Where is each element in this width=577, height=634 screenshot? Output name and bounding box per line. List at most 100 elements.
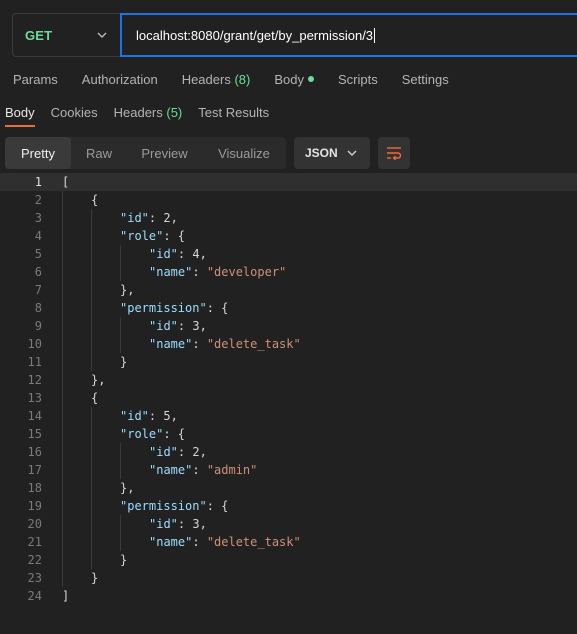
- code-text: "permission": {: [120, 497, 228, 515]
- tab-label: Cookies: [50, 105, 98, 120]
- indent-guide: [62, 533, 63, 551]
- json-punctuation: },: [120, 283, 135, 297]
- method-select[interactable]: GET: [12, 13, 120, 57]
- tab-headers[interactable]: Headers (8): [182, 72, 251, 87]
- line-number: 12: [27, 373, 42, 387]
- line-number: 14: [27, 409, 42, 423]
- indent-guide: [62, 209, 63, 227]
- code-line: 15 "role": {: [0, 425, 577, 443]
- tab-authorization[interactable]: Authorization: [82, 72, 158, 87]
- line-number: 17: [27, 463, 42, 477]
- json-punctuation: : {: [163, 427, 186, 441]
- json-punctuation: {: [91, 391, 99, 405]
- json-key: "id": [149, 517, 178, 531]
- code-text: "id": 5,: [120, 407, 178, 425]
- tab-settings[interactable]: Settings: [402, 72, 449, 87]
- indent-guide: [91, 245, 92, 263]
- text-cursor: [374, 27, 376, 43]
- method-label: GET: [25, 27, 53, 43]
- tab-scripts[interactable]: Scripts: [338, 72, 378, 87]
- json-punctuation: :: [192, 265, 207, 279]
- indent-guide: [91, 299, 92, 317]
- tab-label: Authorization: [81, 72, 158, 87]
- indent-guide: [62, 515, 63, 533]
- code-line: 6 "name": "developer": [0, 263, 577, 281]
- code-line: 8 "permission": {: [0, 299, 577, 317]
- code-line: 9 "id": 3,: [0, 317, 577, 335]
- indent-guide: [62, 425, 63, 443]
- json-string: "developer": [206, 265, 287, 279]
- json-punctuation: ,: [199, 319, 207, 333]
- line-number: 11: [27, 355, 42, 369]
- indent-guide: [91, 497, 92, 515]
- code-line: 17 "name": "admin": [0, 461, 577, 479]
- tab-body[interactable]: Body: [274, 72, 314, 87]
- response-body-viewer[interactable]: 1[2{3 "id": 2, 4 "role": {5 "id": 4, 6 "name":…: [0, 173, 577, 605]
- code-line: 14 "id": 5,: [0, 407, 577, 425]
- line-number: 20: [27, 517, 42, 531]
- json-punctuation: ,: [199, 445, 207, 459]
- indent-guide: [91, 281, 92, 299]
- code-line: 4 "role": {: [0, 227, 577, 245]
- response-tab-headers[interactable]: Headers (5): [114, 105, 183, 126]
- format-select[interactable]: JSON: [294, 137, 370, 169]
- code-text: "id": 3,: [149, 515, 207, 533]
- indent-guide: [91, 209, 92, 227]
- view-mode-switcher: Pretty Raw Preview Visualize: [5, 137, 286, 169]
- code-line: 16 "id": 2,: [0, 443, 577, 461]
- indent-guide: [62, 407, 63, 425]
- indent-guide: [62, 371, 63, 389]
- view-preview-button[interactable]: Preview: [127, 137, 202, 169]
- json-punctuation: },: [91, 373, 106, 387]
- response-tab-cookies[interactable]: Cookies: [51, 105, 98, 126]
- json-key: "name": [149, 265, 193, 279]
- code-line: 23}: [0, 569, 577, 587]
- indent-guide: [62, 317, 63, 335]
- indent-guide: [91, 263, 92, 281]
- wrap-lines-button[interactable]: [378, 137, 410, 169]
- json-punctuation: :: [177, 319, 193, 333]
- json-punctuation: :: [177, 445, 193, 459]
- tab-label: Headers: [113, 105, 163, 120]
- code-text: "permission": {: [120, 299, 228, 317]
- line-number: 23: [27, 571, 42, 585]
- json-key: "id": [149, 247, 178, 261]
- tab-label: Settings: [401, 72, 449, 87]
- json-punctuation: :: [192, 535, 207, 549]
- indent-guide: [62, 245, 63, 263]
- json-punctuation: {: [91, 193, 99, 207]
- json-punctuation: },: [120, 481, 135, 495]
- response-tab-test-results[interactable]: Test Results: [198, 105, 269, 126]
- response-tab-body[interactable]: Body: [5, 105, 35, 127]
- code-text: },: [120, 479, 134, 497]
- json-key: "permission": [120, 499, 207, 513]
- line-number: 3: [34, 211, 42, 225]
- format-label: JSON: [305, 146, 338, 160]
- headers-count: (8): [234, 72, 251, 87]
- json-punctuation: }: [120, 355, 128, 369]
- indent-guide: [62, 335, 63, 353]
- url-input[interactable]: localhost:8080/grant/get/by_permission/3: [120, 13, 577, 57]
- request-tabs: Params Authorization Headers (8) Body Sc…: [13, 72, 473, 87]
- status-dot-icon: [307, 76, 314, 82]
- indent-guide: [120, 317, 121, 335]
- indent-guide: [62, 299, 63, 317]
- code-line: 12},: [0, 371, 577, 389]
- code-line: 24]: [0, 587, 577, 605]
- code-line: 2{: [0, 191, 577, 209]
- json-key: "id": [149, 319, 178, 333]
- line-number: 1: [34, 175, 42, 189]
- json-punctuation: : {: [206, 301, 229, 315]
- code-text: {: [91, 389, 98, 407]
- code-text: ]: [62, 587, 69, 605]
- view-pretty-button[interactable]: Pretty: [5, 137, 71, 169]
- json-key: "name": [149, 463, 193, 477]
- line-number: 6: [34, 265, 42, 279]
- view-raw-button[interactable]: Raw: [71, 137, 127, 169]
- indent-guide: [91, 443, 92, 461]
- json-punctuation: }: [120, 553, 128, 567]
- indent-guide: [120, 245, 121, 263]
- line-number: 13: [27, 391, 42, 405]
- tab-params[interactable]: Params: [13, 72, 58, 87]
- view-visualize-button[interactable]: Visualize: [202, 137, 286, 169]
